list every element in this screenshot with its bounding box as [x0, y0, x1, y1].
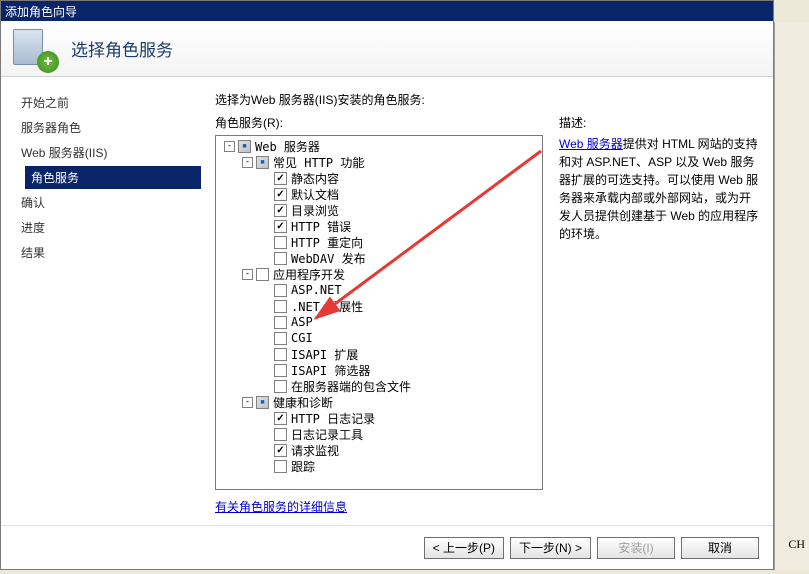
tree-node[interactable]: - 健康和诊断: [218, 394, 540, 410]
wizard-sidebar: 开始之前服务器角色Web 服务器(IIS)角色服务确认进度结果: [1, 77, 201, 525]
tree-node[interactable]: .NET 扩展性: [218, 298, 540, 314]
sidebar-item-2[interactable]: Web 服务器(IIS): [15, 141, 201, 164]
tree-node-label: 默认文档: [291, 186, 339, 203]
tree-node[interactable]: 跟踪: [218, 458, 540, 474]
tree-node-label: 在服务器端的包含文件: [291, 378, 411, 395]
role-services-label: 角色服务(R):: [215, 114, 543, 131]
detail-info-link[interactable]: 有关角色服务的详细信息: [215, 498, 543, 525]
checkbox[interactable]: [274, 364, 287, 377]
page-title: 选择角色服务: [71, 36, 173, 61]
window-title: 添加角色向导: [5, 3, 77, 20]
tree-node-label: 请求监视: [291, 442, 339, 459]
tree-node[interactable]: 默认文档: [218, 186, 540, 202]
tree-node-label: ASP: [291, 315, 313, 329]
desktop-background: [774, 22, 809, 570]
checkbox[interactable]: [274, 380, 287, 393]
tree-node[interactable]: 目录浏览: [218, 202, 540, 218]
sidebar-item-0[interactable]: 开始之前: [15, 91, 201, 114]
tree-node[interactable]: 日志记录工具: [218, 426, 540, 442]
checkbox[interactable]: [274, 220, 287, 233]
ime-indicator[interactable]: CH: [788, 537, 805, 552]
checkbox[interactable]: [274, 444, 287, 457]
collapse-icon[interactable]: -: [242, 269, 253, 280]
checkbox[interactable]: [238, 140, 251, 153]
tree-node-label: 静态内容: [291, 170, 339, 187]
checkbox[interactable]: [274, 460, 287, 473]
tree-node[interactable]: HTTP 错误: [218, 218, 540, 234]
tree-node-label: .NET 扩展性: [291, 298, 363, 315]
titlebar[interactable]: 添加角色向导: [1, 1, 773, 21]
tree-node-label: 应用程序开发: [273, 266, 345, 283]
sidebar-item-1[interactable]: 服务器角色: [15, 116, 201, 139]
prompt-text: 选择为Web 服务器(IIS)安装的角色服务:: [215, 91, 759, 108]
tree-node-label: CGI: [291, 331, 313, 345]
tree-node-label: 跟踪: [291, 458, 315, 475]
wizard-header: + 选择角色服务: [1, 21, 773, 77]
tree-node-label: HTTP 重定向: [291, 234, 363, 251]
tree-node[interactable]: 在服务器端的包含文件: [218, 378, 540, 394]
tree-node[interactable]: WebDAV 发布: [218, 250, 540, 266]
tree-node-label: 常见 HTTP 功能: [273, 154, 364, 171]
checkbox[interactable]: [256, 268, 269, 281]
cancel-button[interactable]: 取消: [681, 537, 759, 559]
tree-node-label: ASP.NET: [291, 283, 342, 297]
tree-node[interactable]: HTTP 日志记录: [218, 410, 540, 426]
checkbox[interactable]: [274, 172, 287, 185]
main-content: 选择为Web 服务器(IIS)安装的角色服务: 角色服务(R): -Web 服务…: [201, 77, 773, 525]
collapse-icon[interactable]: -: [242, 157, 253, 168]
next-button[interactable]: 下一步(N) >: [510, 537, 591, 559]
tree-node-label: HTTP 错误: [291, 218, 351, 235]
tree-node-label: ISAPI 筛选器: [291, 362, 370, 379]
tree-node[interactable]: 静态内容: [218, 170, 540, 186]
tree-node[interactable]: ISAPI 扩展: [218, 346, 540, 362]
tree-node[interactable]: 请求监视: [218, 442, 540, 458]
checkbox[interactable]: [274, 204, 287, 217]
tree-node[interactable]: HTTP 重定向: [218, 234, 540, 250]
checkbox[interactable]: [274, 188, 287, 201]
sidebar-item-5[interactable]: 进度: [15, 216, 201, 239]
sidebar-item-4[interactable]: 确认: [15, 191, 201, 214]
checkbox[interactable]: [274, 412, 287, 425]
tree-node[interactable]: ASP: [218, 314, 540, 330]
description-link[interactable]: Web 服务器: [559, 137, 623, 151]
checkbox[interactable]: [274, 428, 287, 441]
tree-node-label: HTTP 日志记录: [291, 410, 375, 427]
checkbox[interactable]: [256, 156, 269, 169]
prev-button[interactable]: < 上一步(P): [424, 537, 504, 559]
checkbox[interactable]: [274, 300, 287, 313]
tree-node-label: WebDAV 发布: [291, 250, 366, 267]
checkbox[interactable]: [274, 252, 287, 265]
tree-node-label: 目录浏览: [291, 202, 339, 219]
tree-node[interactable]: - 常见 HTTP 功能: [218, 154, 540, 170]
checkbox[interactable]: [274, 284, 287, 297]
tree-node-label: ISAPI 扩展: [291, 346, 358, 363]
checkbox[interactable]: [274, 236, 287, 249]
tree-node[interactable]: - 应用程序开发: [218, 266, 540, 282]
checkbox[interactable]: [274, 332, 287, 345]
collapse-icon[interactable]: -: [242, 397, 253, 408]
wizard-icon: +: [13, 27, 57, 71]
install-button: 安装(I): [597, 537, 675, 559]
checkbox[interactable]: [256, 396, 269, 409]
sidebar-item-3[interactable]: 角色服务: [25, 166, 201, 189]
description-text: Web 服务器提供对 HTML 网站的支持和对 ASP.NET、ASP 以及 W…: [559, 135, 759, 243]
role-services-tree[interactable]: -Web 服务器-常见 HTTP 功能静态内容默认文档目录浏览HTTP 错误HT…: [215, 135, 543, 490]
wizard-buttons: < 上一步(P) 下一步(N) > 安装(I) 取消: [1, 525, 773, 569]
tree-node-label: Web 服务器: [255, 138, 320, 155]
sidebar-item-6[interactable]: 结果: [15, 241, 201, 264]
tree-node[interactable]: - Web 服务器: [218, 138, 540, 154]
tree-node-label: 日志记录工具: [291, 426, 363, 443]
tree-node[interactable]: ASP.NET: [218, 282, 540, 298]
collapse-icon[interactable]: -: [224, 141, 235, 152]
tree-node[interactable]: ISAPI 筛选器: [218, 362, 540, 378]
tree-node[interactable]: CGI: [218, 330, 540, 346]
checkbox[interactable]: [274, 316, 287, 329]
checkbox[interactable]: [274, 348, 287, 361]
description-label: 描述:: [559, 114, 759, 131]
wizard-window: 添加角色向导 + 选择角色服务 开始之前服务器角色Web 服务器(IIS)角色服…: [0, 0, 774, 570]
tree-node-label: 健康和诊断: [273, 394, 333, 411]
